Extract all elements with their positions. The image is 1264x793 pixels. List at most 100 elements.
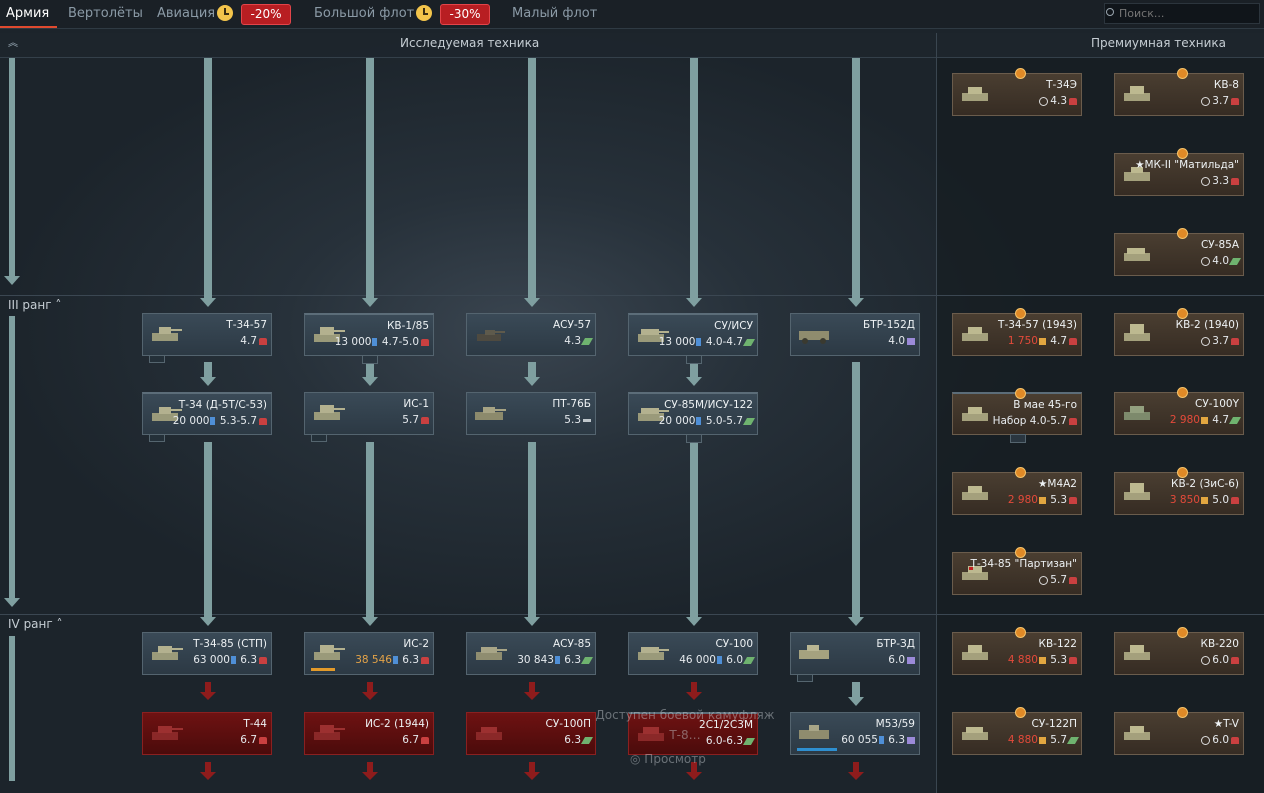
medium-tank-icon: [1069, 496, 1077, 504]
tank-icon: [962, 407, 988, 421]
vehicle-card-asu57[interactable]: АСУ-57 4.3: [466, 313, 596, 356]
vehicle-br: 4.0: [1201, 255, 1242, 267]
folder-stack-icon[interactable]: [362, 355, 378, 364]
heavy-tank-icon: [1231, 337, 1239, 345]
premium-card-t34-57-1943[interactable]: Т-34-57 (1943) 1 750 4.7: [952, 308, 1082, 356]
folder-stack-icon[interactable]: [686, 434, 702, 443]
premium-card-kv122[interactable]: КВ-122 4 880 5.3: [952, 627, 1082, 675]
vehicle-name: БТР-152Д: [863, 319, 915, 331]
vehicle-name: Т-34-57: [226, 319, 267, 331]
tab-army[interactable]: Армия: [6, 0, 49, 28]
tab-aviation[interactable]: Авиация: [157, 0, 215, 28]
rank-divider: [937, 614, 1264, 615]
vehicle-card-m53[interactable]: M53/59 60 055 6.3: [790, 712, 920, 755]
vehicle-card-t44[interactable]: Т-44 6.7: [142, 712, 272, 755]
vehicle-card-su85m[interactable]: СУ-85М/ИСУ-122 20 000 5.0-5.7: [628, 392, 758, 443]
vehicle-name: КВ-220: [1200, 638, 1240, 650]
tank-destroyer-icon: [742, 656, 756, 664]
tank-destroyer-icon: [742, 417, 756, 425]
premium-marker-icon: [1015, 467, 1026, 478]
vehicle-card-su100p[interactable]: СУ-100П 6.3: [466, 712, 596, 755]
premium-card-may45[interactable]: В мае 45-го Набор 4.0-5.7: [952, 388, 1082, 443]
premium-card-kv8[interactable]: КВ-8 3.7: [1114, 68, 1244, 116]
vehicle-card-su-isu[interactable]: СУ/ИСУ 13 000 4.0-4.7: [628, 313, 758, 364]
vehicle-card-is2[interactable]: ИС-2 38 546 6.3: [304, 632, 434, 675]
premium-marker-icon: [1015, 707, 1026, 718]
premium-card-partizan[interactable]: Т-34-85 "Партизан" 5.7: [952, 547, 1082, 595]
premium-card-matilda[interactable]: ★МК-II "Матильда" 3.3: [1114, 148, 1244, 196]
tab-bluewater-fleet[interactable]: Большой флот: [314, 0, 414, 28]
premium-marker-icon: [1177, 148, 1188, 159]
premium-card-m4a2[interactable]: ★M4A2 2 980 5.3: [952, 467, 1082, 515]
research-points-icon: [392, 656, 398, 664]
golden-eagle-icon: [1201, 336, 1211, 346]
premium-card-kv220[interactable]: КВ-220 6.0: [1114, 627, 1244, 675]
vehicle-stats: 13 000 4.7-5.0: [335, 336, 429, 348]
tab-helicopters[interactable]: Вертолёты: [68, 0, 143, 28]
vehicle-card-btr152d[interactable]: БТР-152Д 4.0: [790, 313, 920, 356]
medium-tank-icon: [1069, 97, 1077, 105]
tree-connector: [528, 442, 536, 617]
vehicle-card-pt76b[interactable]: ПТ-76Б 5.3: [466, 392, 596, 435]
research-points-icon: [716, 656, 722, 664]
vehicle-name: СУ-100: [715, 638, 753, 650]
vehicle-stats: 4 880 5.3: [1008, 654, 1077, 666]
vehicle-name: ИС-2: [403, 638, 429, 650]
tree-arrow: [524, 298, 540, 307]
folder-stack-icon[interactable]: [686, 355, 702, 364]
golden-eagle-icon: [1201, 655, 1211, 665]
premium-currency-icon: [1200, 416, 1208, 424]
vehicle-name: Т-34-85 (СТП): [193, 638, 267, 650]
premium-card-kv2-1940[interactable]: КВ-2 (1940) 3.7: [1114, 308, 1244, 356]
premium-card-kv2-zis6[interactable]: КВ-2 (ЗиС-6) 3 850 5.0: [1114, 467, 1244, 515]
vehicle-card-is1[interactable]: ИС-1 5.7: [304, 392, 434, 442]
premium-card-tv[interactable]: ★T-V 6.0: [1114, 707, 1244, 755]
premium-card-su85a[interactable]: СУ-85А 4.0: [1114, 228, 1244, 276]
tank-icon: [1124, 324, 1150, 341]
premium-marker-icon: [1177, 308, 1188, 319]
vehicle-name: M53/59: [875, 718, 915, 730]
tank-icon: [962, 486, 988, 500]
vehicle-card-su100[interactable]: СУ-100 46 000 6.0: [628, 632, 758, 675]
research-points-icon: [372, 338, 378, 346]
premium-card-su100y[interactable]: СУ-100Y 2 980 4.7: [1114, 387, 1244, 435]
premium-currency-icon: [1038, 736, 1046, 744]
rank-label-4[interactable]: IV ранг ˄: [8, 617, 63, 631]
tank-icon: [314, 645, 345, 660]
tree-connector: [366, 58, 374, 298]
vehicle-br: 6.7: [240, 734, 267, 746]
premium-card-su122p[interactable]: СУ-122П 4 880 5.7: [952, 707, 1082, 755]
vehicle-card-t34-57[interactable]: Т-34-57 4.7: [142, 313, 272, 363]
view-button[interactable]: ◎ Просмотр: [630, 748, 750, 770]
rank-divider: [0, 614, 936, 615]
premium-card-t34e[interactable]: Т-34Э 4.3: [952, 68, 1082, 116]
vehicle-card-t34-85[interactable]: Т-34-85 (СТП) 63 000 6.3: [142, 632, 272, 675]
rank-label-3[interactable]: III ранг ˄: [8, 298, 61, 312]
tab-coastal-fleet[interactable]: Малый флот: [512, 0, 597, 28]
vehicle-card-t34-d5t[interactable]: Т-34 (Д-5Т/С-53) 20 000 5.3-5.7: [142, 392, 272, 442]
timer-icon: [217, 5, 233, 21]
vehicle-card-asu85[interactable]: АСУ-85 30 843 6.3: [466, 632, 596, 675]
vehicle-stats: 20 000 5.3-5.7: [173, 415, 267, 427]
tank-icon: [314, 405, 345, 420]
heavy-tank-icon: [421, 338, 429, 346]
locked-arrow: [524, 682, 540, 700]
folder-stack-icon[interactable]: [1010, 434, 1026, 443]
spaa-icon: [799, 725, 829, 739]
tank-icon: [1124, 726, 1150, 740]
tank-icon: [476, 647, 507, 660]
tank-icon: [1124, 645, 1150, 660]
collapse-all-icon[interactable]: ︽: [6, 37, 20, 51]
tank-icon: [638, 647, 669, 660]
research-points-icon: [696, 338, 702, 346]
tank-icon: [962, 645, 988, 660]
golden-eagle-icon: [1039, 96, 1049, 106]
tree-arrow: [524, 377, 540, 386]
vehicle-card-is2-1944[interactable]: ИС-2 (1944) 6.7: [304, 712, 434, 755]
vehicle-card-btr3d[interactable]: БТР-ЗД 6.0: [790, 632, 920, 682]
vehicle-card-kv1-85[interactable]: КВ-1/85 13 000 4.7-5.0: [304, 313, 434, 364]
column-divider: [936, 33, 937, 793]
vehicle-stats: 4 880 5.7: [1008, 734, 1080, 746]
medium-tank-icon: [1069, 417, 1077, 425]
search-input[interactable]: [1104, 3, 1260, 24]
